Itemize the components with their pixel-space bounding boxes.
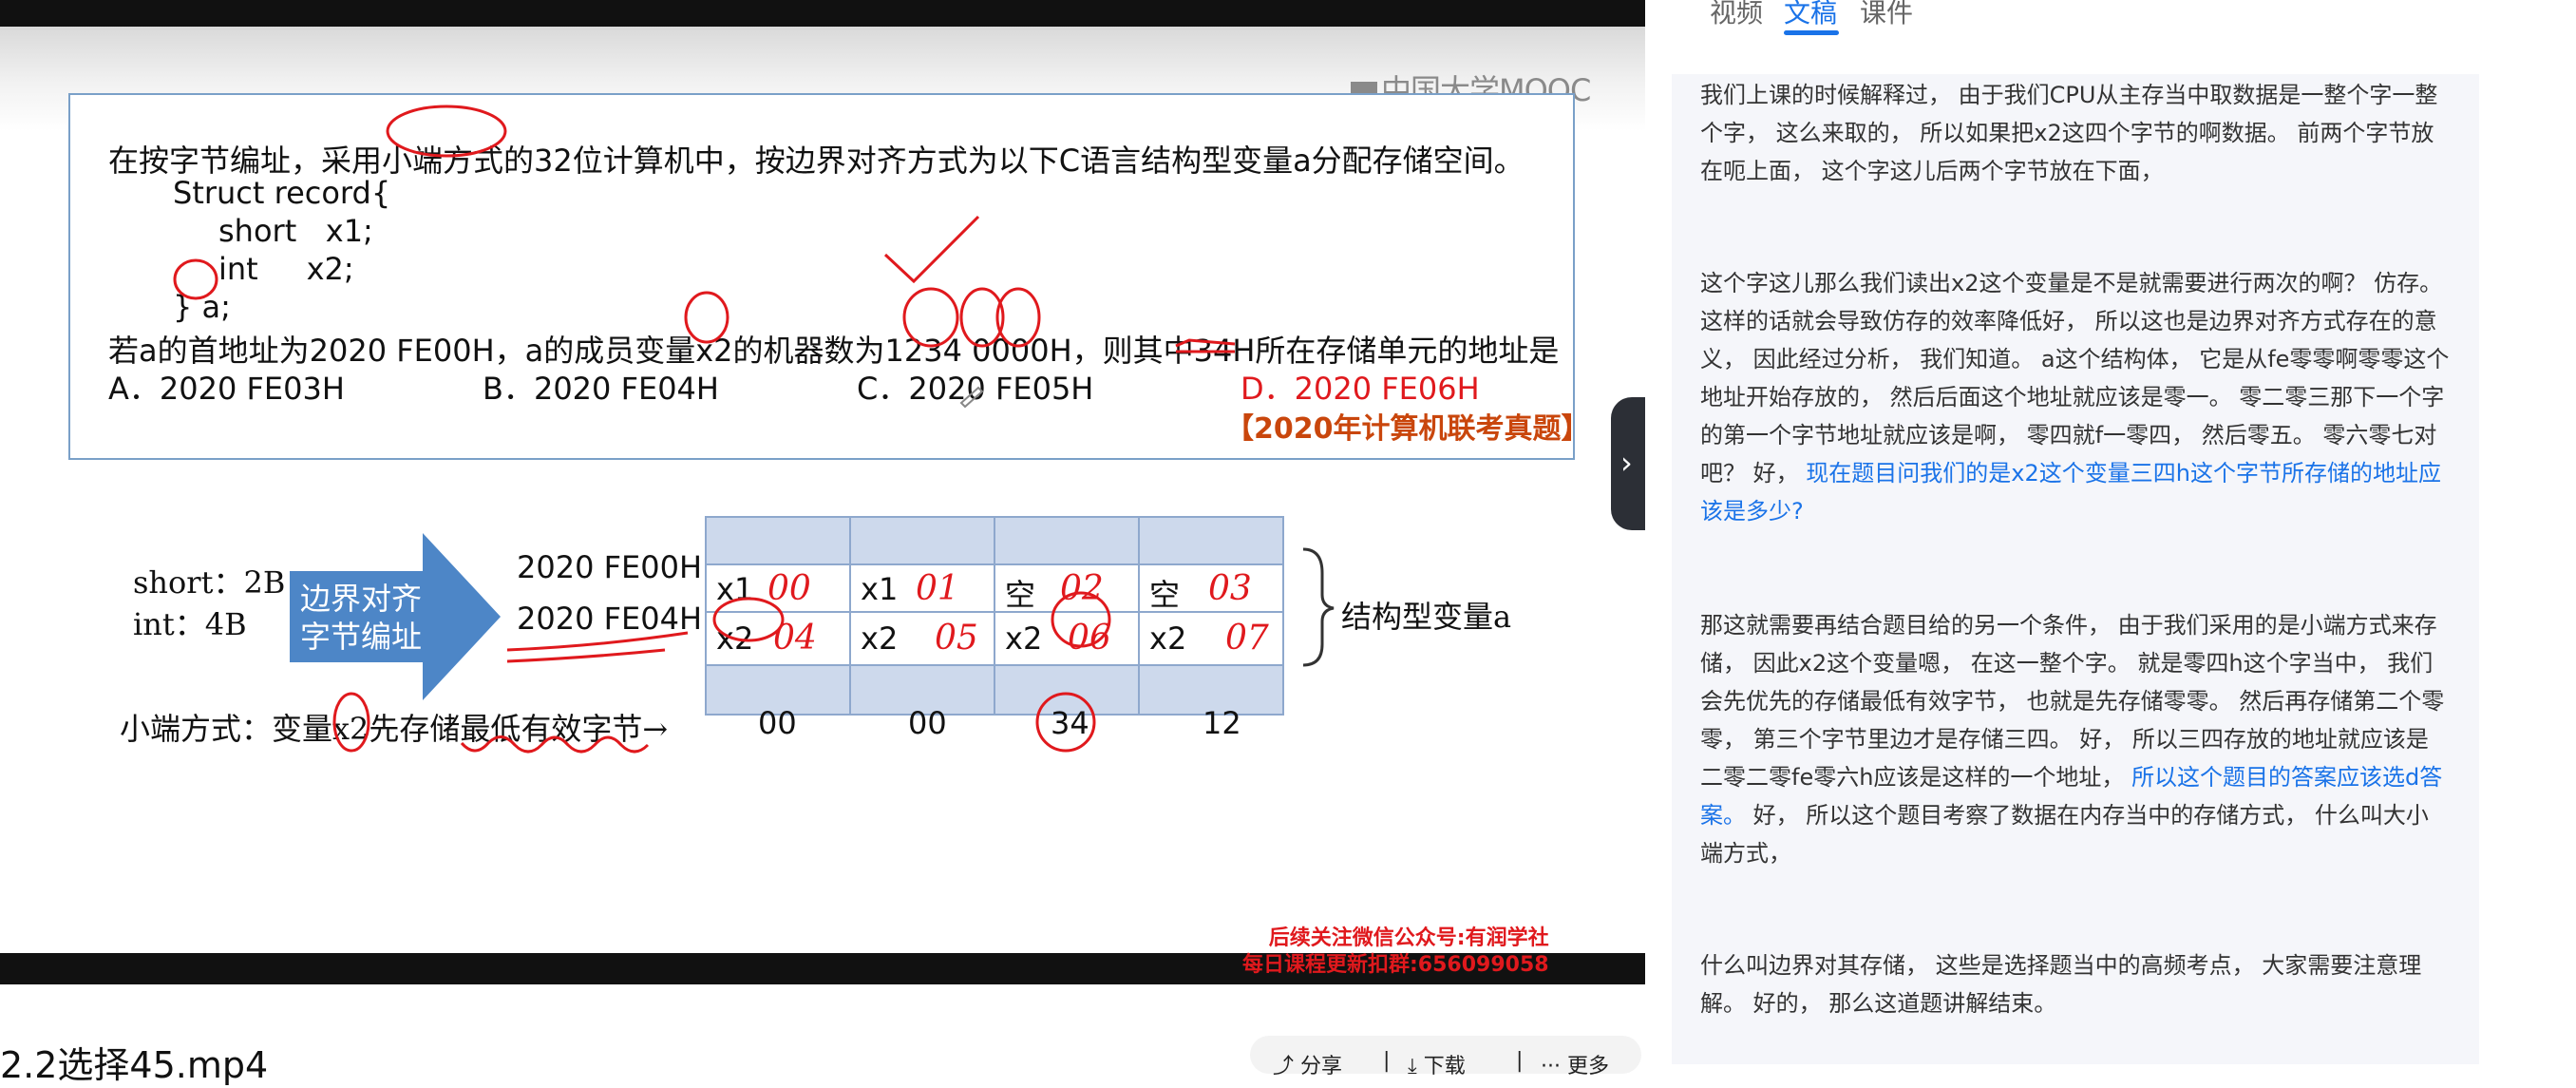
more-button[interactable]: ··· 更多	[1541, 1049, 1609, 1079]
tab-video[interactable]: 视频	[1710, 0, 1763, 30]
download-label: 下载	[1423, 1055, 1466, 1078]
download-icon: ⤓	[1408, 1055, 1424, 1078]
transcript-paragraph-3: 那这就需要再结合题目给的另一个条件， 由于我们采用的是小端方式来存储， 因此x2…	[1700, 606, 2451, 872]
separator-2: |	[1516, 1049, 1524, 1073]
video-title: 2.2选择45.mp4	[0, 1044, 269, 1086]
transcript-paragraph-2: 这个字这儿那么我们读出x2这个变量是不是就需要进行两次的啊？ 仿存。 这样的话就…	[1700, 264, 2451, 530]
transcript-panel[interactable]	[1672, 74, 2479, 1064]
transcript-p2-text: 这个字这儿那么我们读出x2这个变量是不是就需要进行两次的啊？ 仿存。 这样的话就…	[1700, 270, 2450, 487]
promo-text: 后续关注微信公众号:有润学社 每日课程更新扣群:656099058	[1242, 926, 1549, 979]
share-label: 分享	[1300, 1055, 1343, 1078]
handwritten-annotations	[173, 105, 1236, 754]
chevron-right-icon: ›	[1620, 445, 1633, 481]
share-icon: ⤴	[1273, 1055, 1300, 1078]
video-actions: ⤴ 分享 | ⤓ 下载 | ··· 更多	[1250, 1036, 1641, 1078]
transcript-p2-highlight[interactable]: 现在题目问我们的是x2这个变量三四h这个字节所存储的地址应该是多少?	[1700, 460, 2441, 525]
promo-line-2: 每日课程更新扣群:656099058	[1242, 953, 1549, 977]
share-button[interactable]: ⤴ 分享	[1273, 1049, 1342, 1079]
lecture-slide: 中国大学MOOC 在按字节编址，采用小端方式的32位计算机中，按边界对齐方式为以…	[0, 27, 1645, 977]
separator-1: |	[1383, 1049, 1391, 1073]
active-tab-indicator	[1784, 30, 1839, 35]
more-icon: ···	[1541, 1055, 1567, 1078]
tab-courseware[interactable]: 课件	[1860, 0, 1913, 30]
transcript-p3-text-2: 好， 所以这个题目考察了数据在内存当中的存储方式， 什么叫大小端方式，	[1700, 802, 2429, 867]
promo-line-1: 后续关注微信公众号:有润学社	[1268, 926, 1549, 950]
transcript-paragraph-1: 我们上课的时候解释过， 由于我们CPU从主存当中取数据是一整个字一整个字， 这么…	[1700, 82, 2438, 184]
transcript-paragraph-4: 什么叫边界对其存储， 这些是选择题当中的高频考点， 大家需要注意理解。 好的， …	[1700, 952, 2422, 1017]
video-player[interactable]: 中国大学MOOC 在按字节编址，采用小端方式的32位计算机中，按边界对齐方式为以…	[0, 0, 1645, 984]
tab-transcript[interactable]: 文稿	[1784, 0, 1837, 30]
panel-toggle-button[interactable]: ›	[1611, 397, 1645, 530]
more-label: 更多	[1566, 1055, 1609, 1078]
download-button[interactable]: ⤓ 下载	[1408, 1049, 1466, 1079]
